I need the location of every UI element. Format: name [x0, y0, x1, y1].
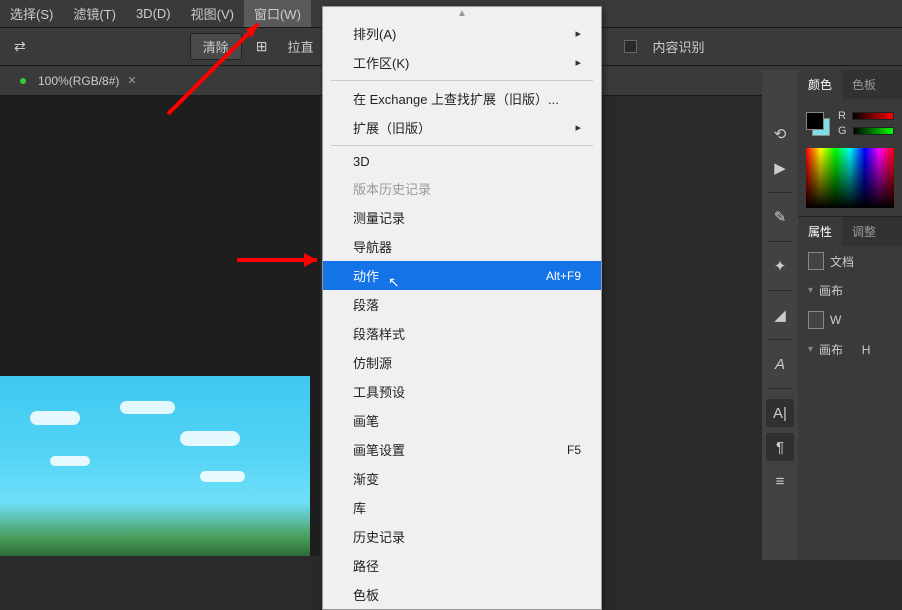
- menu-clone-source[interactable]: 仿制源: [323, 348, 601, 377]
- menu-3d[interactable]: 3D(D): [126, 2, 181, 25]
- properties-panel-tabs: 属性 调整: [798, 217, 902, 246]
- play-icon[interactable]: ▶: [766, 154, 794, 182]
- page-icon: [808, 311, 824, 329]
- straighten-icon[interactable]: ⊞: [252, 34, 272, 59]
- shortcut-label: F5: [567, 443, 581, 457]
- menu-paragraph[interactable]: 段落: [323, 290, 601, 319]
- width-field[interactable]: W: [798, 305, 902, 335]
- menu-select[interactable]: 选择(S): [0, 0, 63, 27]
- menu-extensions[interactable]: 扩展（旧版）▸: [323, 113, 601, 142]
- document-section: 文档: [798, 246, 902, 276]
- document-title: 100%(RGB/8#): [38, 74, 119, 88]
- straighten-label: 拉直: [287, 37, 313, 56]
- color-spectrum[interactable]: [806, 148, 894, 208]
- menu-tool-presets[interactable]: 工具预设: [323, 377, 601, 406]
- character-icon[interactable]: A: [766, 350, 794, 378]
- g-label: G: [838, 125, 847, 137]
- r-slider[interactable]: [852, 112, 894, 120]
- histogram-icon[interactable]: ◢: [766, 301, 794, 329]
- g-slider[interactable]: [853, 127, 894, 135]
- menu-separator: [331, 80, 593, 81]
- swap-icon[interactable]: ⇄: [10, 34, 30, 59]
- color-panel: R G: [798, 99, 902, 216]
- menu-paths[interactable]: 路径: [323, 551, 601, 580]
- dropdown-scroll-up-icon[interactable]: ▲: [323, 7, 601, 19]
- cursor-icon: ↖: [388, 274, 400, 291]
- file-icon: [808, 252, 824, 270]
- chevron-right-icon: ▸: [575, 27, 581, 40]
- content-aware-checkbox[interactable]: [624, 40, 637, 53]
- foreground-background-swatch[interactable]: [806, 112, 830, 136]
- brush-icon[interactable]: ✎: [766, 203, 794, 231]
- menu-paragraph-styles[interactable]: 段落样式: [323, 319, 601, 348]
- chevron-down-icon: ▾: [808, 285, 813, 296]
- tab-swatches[interactable]: 色板: [842, 70, 886, 99]
- clear-button[interactable]: 清除: [190, 33, 242, 60]
- document-tab[interactable]: 100%(RGB/8#) ✕: [10, 68, 147, 94]
- chevron-right-icon: ▸: [575, 56, 581, 69]
- glyphs-icon[interactable]: A|: [766, 399, 794, 427]
- align-icon[interactable]: ≡: [766, 467, 794, 495]
- menu-libraries[interactable]: 库: [323, 493, 601, 522]
- tab-color[interactable]: 颜色: [798, 70, 842, 99]
- menu-brushes[interactable]: 画笔: [323, 406, 601, 435]
- menu-gradients[interactable]: 渐变: [323, 464, 601, 493]
- color-panel-tabs: 颜色 色板: [798, 70, 902, 99]
- canvas-image[interactable]: [0, 376, 310, 556]
- history-icon[interactable]: ⟲: [766, 120, 794, 148]
- shortcut-label: Alt+F9: [546, 269, 581, 283]
- chevron-down-icon: ▾: [808, 344, 813, 355]
- menu-separator: [331, 145, 593, 146]
- right-panel-dock: ⟲ ▶ ✎ ✦ ◢ A A| ¶ ≡ 颜色 色板 R G: [762, 70, 902, 560]
- r-label: R: [838, 110, 846, 122]
- tab-adjustments[interactable]: 调整: [842, 217, 886, 246]
- menu-window[interactable]: 窗口(W): [244, 0, 311, 27]
- canvas-section-header-2[interactable]: ▾ 画布 H: [798, 335, 902, 364]
- paragraph-icon[interactable]: ¶: [766, 433, 794, 461]
- menu-filter[interactable]: 滤镜(T): [63, 0, 126, 27]
- tab-properties[interactable]: 属性: [798, 217, 842, 246]
- menu-version-history: 版本历史记录: [323, 174, 601, 203]
- window-menu-dropdown: ▲ 排列(A)▸ 工作区(K)▸ 在 Exchange 上查找扩展（旧版）...…: [322, 6, 602, 610]
- menu-actions[interactable]: 动作Alt+F9: [323, 261, 601, 290]
- canvas-area: [0, 96, 320, 556]
- menu-swatches[interactable]: 色板: [323, 580, 601, 609]
- menu-measurement[interactable]: 测量记录: [323, 203, 601, 232]
- canvas-section-header[interactable]: ▾ 画布: [798, 276, 902, 305]
- status-dot-icon: [20, 78, 26, 84]
- menu-3d-panel[interactable]: 3D: [323, 149, 601, 174]
- menu-history[interactable]: 历史记录: [323, 522, 601, 551]
- menu-navigator[interactable]: 导航器: [323, 232, 601, 261]
- panel-column: 颜色 色板 R G 属性 调整 文档: [798, 70, 902, 560]
- menu-workspace[interactable]: 工作区(K)▸: [323, 48, 601, 77]
- chevron-right-icon: ▸: [575, 121, 581, 134]
- close-icon[interactable]: ✕: [127, 74, 136, 87]
- menu-arrange[interactable]: 排列(A)▸: [323, 19, 601, 48]
- clone-source-icon[interactable]: ✦: [766, 252, 794, 280]
- menu-brush-settings[interactable]: 画笔设置F5: [323, 435, 601, 464]
- tool-icon-strip: ⟲ ▶ ✎ ✦ ◢ A A| ¶ ≡: [762, 70, 798, 560]
- menu-view[interactable]: 视图(V): [181, 0, 244, 27]
- content-aware-label: 内容识别: [653, 37, 705, 56]
- menu-find-extensions[interactable]: 在 Exchange 上查找扩展（旧版）...: [323, 84, 601, 113]
